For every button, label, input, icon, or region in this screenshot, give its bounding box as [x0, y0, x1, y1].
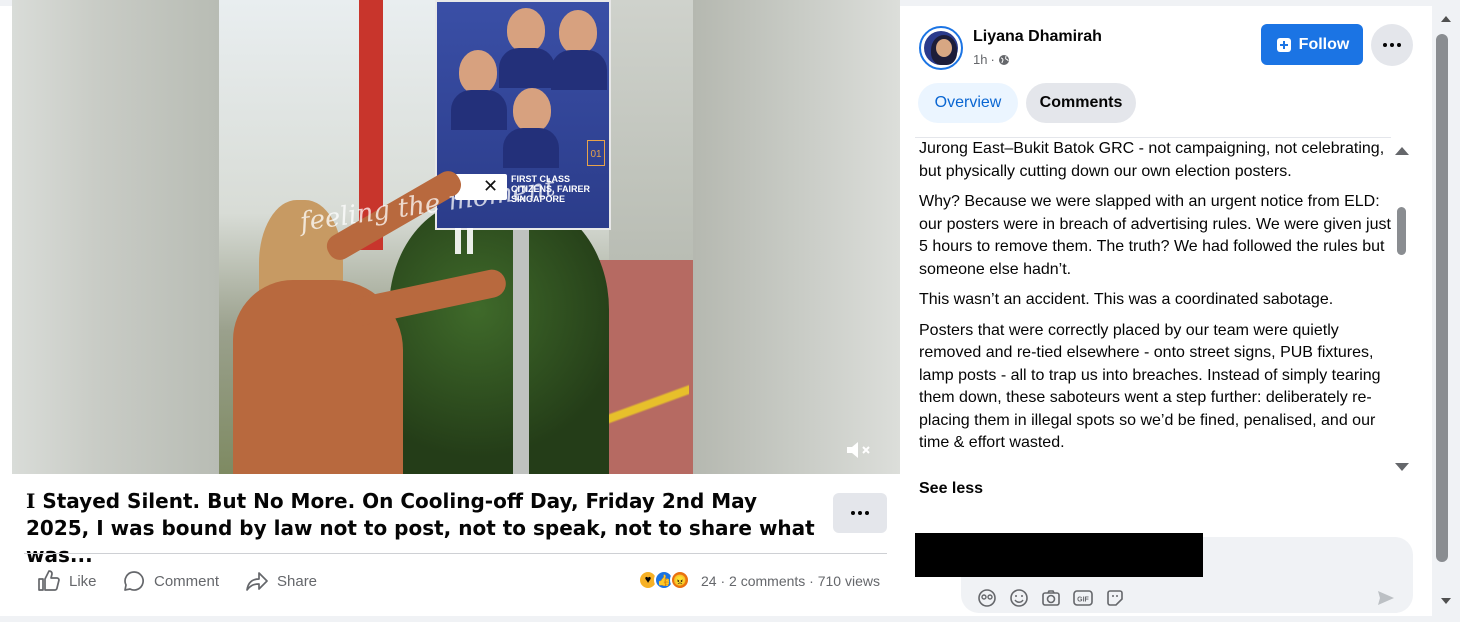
meta-separator: ·	[990, 52, 995, 67]
scroll-up-arrow-icon	[1395, 147, 1409, 155]
svg-text:GIF: GIF	[1077, 597, 1089, 604]
emoji-icon[interactable]	[1008, 587, 1030, 609]
more-options-button[interactable]	[1371, 24, 1413, 66]
post-body: Jurong East–Bukit Batok GRC - not campai…	[915, 137, 1391, 479]
poster-person	[513, 88, 551, 132]
body-paragraph: This wasn’t an accident. This was a coor…	[919, 291, 1334, 308]
stats-separator: ·	[720, 573, 726, 589]
composer-tools: GIF	[976, 587, 1126, 609]
body-paragraph: Why? Because we were slapped with an urg…	[919, 193, 1391, 278]
poster-pole	[513, 230, 529, 474]
globe-icon	[998, 54, 1009, 65]
post-caption: I Stayed Silent. But No More. On Cooling…	[26, 488, 816, 569]
follow-button[interactable]: Follow	[1261, 24, 1363, 65]
body-paragraph: Posters that were correctly placed by ou…	[919, 321, 1381, 452]
avatar-sticker-icon[interactable]	[976, 587, 998, 609]
reaction-count[interactable]: 24	[701, 573, 717, 589]
video-player[interactable]: 01 ✕ FIRST CLASS CITIZENS, FAIRER SINGAP…	[12, 0, 900, 474]
share-button[interactable]: Share	[245, 568, 317, 594]
sticker-icon[interactable]	[1104, 587, 1126, 609]
angry-reaction-icon: 😠	[670, 570, 690, 590]
send-icon[interactable]	[1376, 588, 1396, 608]
see-less-link[interactable]: See less	[919, 480, 983, 498]
caption-text: Stayed Silent. But No More. On Cooling-o…	[26, 489, 815, 567]
post-stats: 24 · 2 comments · 710 views	[701, 573, 880, 589]
poster-number: 01	[587, 140, 605, 166]
redacted-block	[915, 533, 1203, 577]
page-scroll-up-icon	[1441, 16, 1451, 22]
like-button[interactable]: Like	[37, 568, 97, 594]
add-friend-icon	[1276, 37, 1291, 52]
poster-person	[559, 10, 597, 54]
poster-person	[507, 8, 545, 52]
divider	[24, 553, 887, 554]
reactions-summary[interactable]: ♥ 👍 😠	[638, 570, 690, 590]
tab-overview[interactable]: Overview	[918, 83, 1018, 123]
page: 01 ✕ FIRST CLASS CITIZENS, FAIRER SINGAP…	[0, 0, 1460, 622]
bush	[389, 200, 609, 474]
caption-more-button[interactable]	[833, 493, 887, 533]
post-meta: 1h ·	[973, 52, 1010, 67]
bottom-strip	[0, 616, 1460, 622]
background-building	[609, 0, 693, 260]
poster-person	[459, 50, 497, 94]
comment-button[interactable]: Comment	[122, 568, 219, 594]
author-avatar[interactable]	[919, 26, 963, 70]
poster-person-shirt	[503, 128, 559, 168]
scroll-thumb	[1397, 207, 1406, 255]
tab-comments[interactable]: Comments	[1026, 83, 1136, 123]
comments-count[interactable]: 2 comments	[729, 573, 805, 589]
like-label: Like	[69, 572, 97, 590]
thumbs-up-icon	[38, 570, 60, 591]
video-blur-right	[693, 0, 900, 474]
share-label: Share	[277, 572, 318, 590]
body-scrollbar[interactable]	[1392, 137, 1413, 479]
caption-first-word: I	[26, 489, 36, 513]
comment-label: Comment	[154, 572, 220, 590]
video-frame: 01 ✕ FIRST CLASS CITIZENS, FAIRER SINGAP…	[219, 0, 693, 474]
poster-person-shirt	[499, 48, 555, 88]
video-blur-left	[12, 0, 219, 474]
body-paragraph: Jurong East–Bukit Batok GRC - not campai…	[919, 140, 1385, 180]
scroll-down-arrow-icon	[1395, 463, 1409, 471]
share-icon	[246, 572, 268, 591]
gif-icon[interactable]: GIF	[1072, 587, 1094, 609]
poster-person-shirt	[451, 90, 507, 130]
mute-icon[interactable]	[844, 438, 874, 462]
pause-icon[interactable]	[455, 228, 477, 254]
views-count: 710 views	[817, 573, 880, 589]
author-name[interactable]: Liyana Dhamirah	[973, 28, 1102, 46]
page-scroll-thumb[interactable]	[1436, 34, 1448, 562]
poster-person-shirt	[551, 50, 607, 90]
stats-separator: ·	[809, 573, 814, 589]
follow-label: Follow	[1298, 35, 1350, 53]
page-scroll-down-icon	[1441, 598, 1451, 604]
post-time[interactable]: 1h	[973, 52, 987, 67]
camera-icon[interactable]	[1040, 587, 1062, 609]
comment-icon	[124, 571, 144, 591]
